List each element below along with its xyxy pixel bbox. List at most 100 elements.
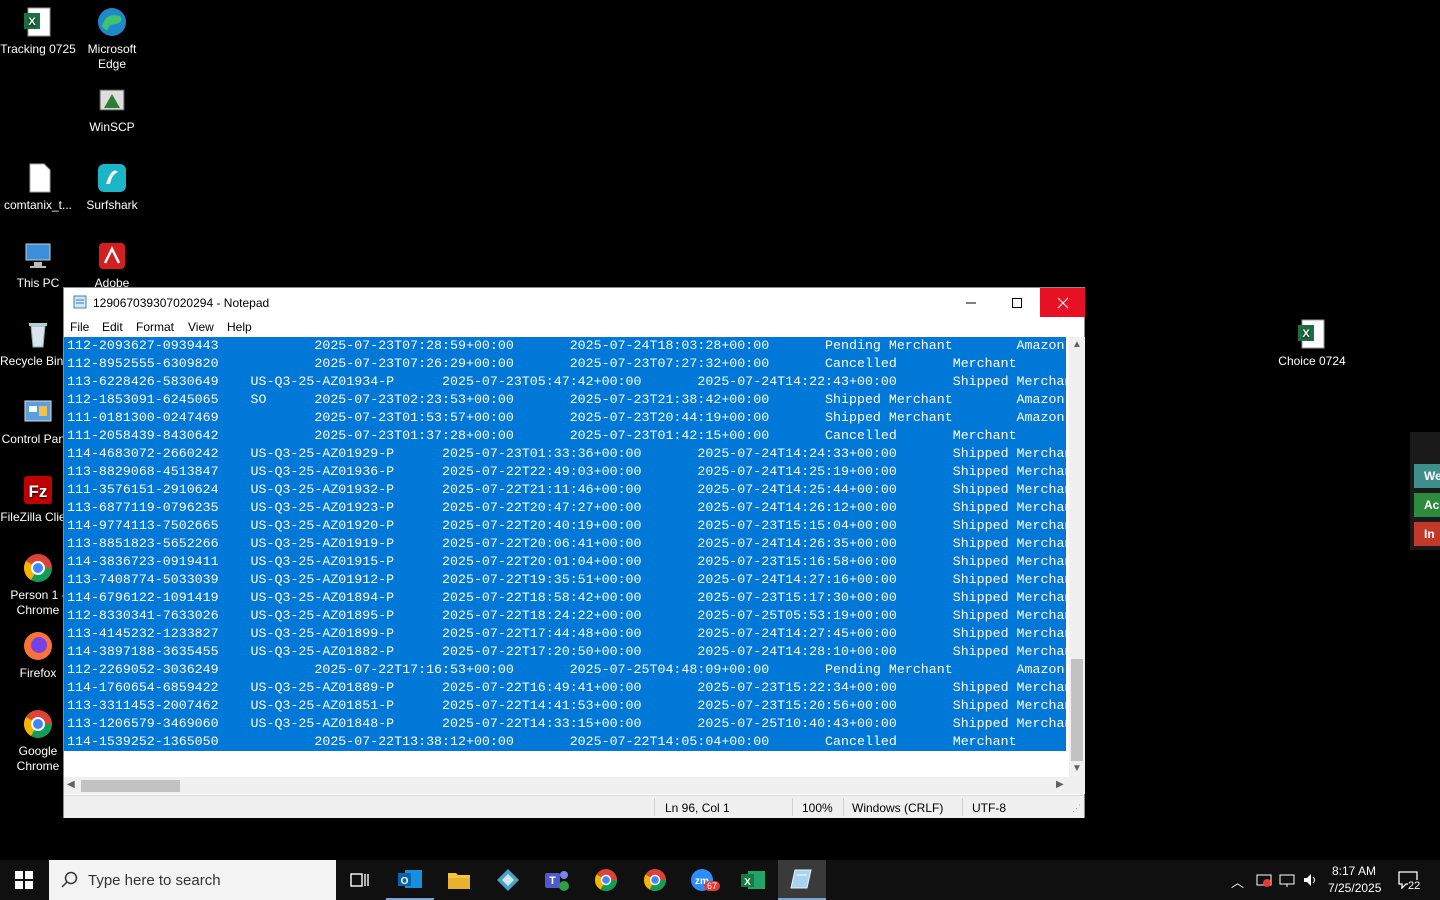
chrome-icon [595, 869, 617, 891]
desktop-icon-label: Recycle Bin [0, 354, 63, 368]
taskbar-notepad[interactable] [778, 860, 826, 900]
side-panel-item[interactable]: Ac [1414, 493, 1440, 517]
text-line[interactable]: 112-2269052-3036249 2025-07-22T17:16:53+… [64, 661, 1066, 679]
taskbar-outlook[interactable]: O [386, 860, 434, 900]
taskbar-file-explorer[interactable] [435, 860, 483, 900]
taskbar-zoom[interactable]: zm 67 [680, 860, 728, 900]
taskbar-excel[interactable]: X [729, 860, 777, 900]
taskbar-chrome-2[interactable] [631, 860, 679, 900]
taskbar-search[interactable]: Type here to search [49, 860, 336, 900]
side-panel-item[interactable]: We [1414, 464, 1440, 488]
desktop-icon-this-pc[interactable]: This PC [0, 240, 76, 291]
clock-date[interactable]: 7/25/2025 [1328, 881, 1381, 895]
text-line[interactable]: 112-8330341-7633026 US-Q3-25-AZ01895-P 2… [64, 607, 1066, 625]
scroll-up-icon[interactable]: ▲ [1072, 339, 1082, 350]
clock-time[interactable]: 8:17 AM [1332, 864, 1376, 878]
desktop-icon-label: Microsoft Edge [87, 42, 137, 71]
text-line[interactable]: 113-4145232-1233827 US-Q3-25-AZ01899-P 2… [64, 625, 1066, 643]
text-line[interactable]: 113-6228426-5830649 US-Q3-25-AZ01934-P 2… [64, 373, 1066, 391]
security-tray-icon[interactable] [1256, 872, 1272, 891]
desktop-icon-label: Tracking 0725 [0, 42, 76, 56]
menu-edit[interactable]: Edit [102, 320, 123, 334]
edge-icon [96, 6, 128, 38]
menu-help[interactable]: Help [227, 320, 252, 334]
desktop-icon-choice[interactable]: X Choice 0724 [1274, 318, 1350, 369]
text-line[interactable]: 114-1760654-6859422 US-Q3-25-AZ01889-P 2… [64, 679, 1066, 697]
desktop-icon-winscp[interactable]: WinSCP [74, 84, 150, 135]
windows-logo-icon [15, 871, 33, 889]
vertical-scroll-thumb[interactable] [1071, 659, 1083, 761]
text-line[interactable]: 112-2093627-0939443 2025-07-23T07:28:59+… [64, 337, 1066, 355]
desktop-icon-tracking[interactable]: X Tracking 0725 [0, 6, 76, 57]
desktop-icon-surfshark[interactable]: Surfshark [74, 162, 150, 213]
text-line[interactable]: 114-3836723-0919411 US-Q3-25-AZ01915-P 2… [64, 553, 1066, 571]
minimize-icon [966, 302, 976, 303]
start-button[interactable] [0, 860, 48, 900]
text-line[interactable]: 114-1539252-1365050 2025-07-22T13:38:12+… [64, 733, 1066, 751]
text-line[interactable]: 111-2058439-8430642 2025-07-23T01:37:28+… [64, 427, 1066, 445]
desktop-icon-label: Choice 0724 [1278, 354, 1346, 368]
recycle-bin-icon [22, 318, 54, 350]
text-line[interactable]: 114-6796122-1091419 US-Q3-25-AZ01894-P 2… [64, 589, 1066, 607]
taskbar: Type here to search O T zm 67 X ︿ 8:17 A… [0, 860, 1440, 900]
maximize-button[interactable] [994, 288, 1040, 317]
menu-file[interactable]: File [70, 320, 89, 334]
svg-text:X: X [28, 16, 36, 28]
text-editor[interactable]: 112-2093627-0939443 2025-07-23T07:28:59+… [64, 337, 1069, 777]
text-line[interactable]: 111-0181300-0247469 2025-07-23T01:53:57+… [64, 409, 1066, 427]
text-line[interactable]: 113-8829068-4513847 US-Q3-25-AZ01936-P 2… [64, 463, 1066, 481]
text-line[interactable]: 113-6877119-0796235 US-Q3-25-AZ01923-P 2… [64, 499, 1066, 517]
menu-bar: File Edit Format View Help [64, 317, 1084, 337]
text-line[interactable]: 113-7408774-5033039 US-Q3-25-AZ01912-P 2… [64, 571, 1066, 589]
desktop-icon-comtanix[interactable]: comtanix_t... [0, 162, 76, 213]
taskbar-app-diamond[interactable] [484, 860, 532, 900]
surfshark-icon [96, 162, 128, 194]
show-hidden-icons[interactable]: ︿ [1231, 872, 1244, 891]
zoom-badge: 67 [704, 881, 721, 891]
task-view-button[interactable] [336, 860, 384, 900]
svg-text:O: O [401, 876, 409, 887]
status-separator [962, 798, 963, 816]
scrollbar-corner [1069, 777, 1085, 794]
text-line[interactable]: 114-3897188-3635455 US-Q3-25-AZ01882-P 2… [64, 643, 1066, 661]
desktop-icon-edge[interactable]: Microsoft Edge [74, 6, 150, 72]
title-bar[interactable]: 129067039307020294 - Notepad [64, 288, 1085, 317]
text-line[interactable]: 112-1853091-6245065 SO 2025-07-23T02:23:… [64, 391, 1066, 409]
notepad-window: 129067039307020294 - Notepad File Edit F… [63, 287, 1085, 818]
status-encoding: UTF-8 [972, 801, 1006, 815]
text-line[interactable]: 113-1206579-3469060 US-Q3-25-AZ01848-P 2… [64, 715, 1066, 733]
scroll-left-icon[interactable]: ◀ [67, 779, 75, 790]
text-line[interactable]: 114-9774113-7502665 US-Q3-25-AZ01920-P 2… [64, 517, 1066, 535]
scroll-right-icon[interactable]: ▶ [1056, 779, 1064, 790]
status-bar: Ln 96, Col 1 100% Windows (CRLF) UTF-8 ⋰ [64, 795, 1084, 818]
horizontal-scroll-thumb[interactable] [81, 780, 180, 792]
side-panel-item[interactable]: In [1414, 522, 1440, 546]
text-line[interactable]: 113-8851823-5652266 US-Q3-25-AZ01919-P 2… [64, 535, 1066, 553]
svg-text:X: X [744, 877, 751, 888]
text-line[interactable]: 111-3576151-2910624 US-Q3-25-AZ01932-P 2… [64, 481, 1066, 499]
network-icon[interactable] [1279, 872, 1295, 891]
status-line-endings: Windows (CRLF) [852, 801, 944, 815]
desktop-icon-label: WinSCP [89, 120, 135, 134]
winscp-icon [96, 84, 128, 116]
scroll-down-icon[interactable]: ▼ [1072, 763, 1082, 774]
folder-icon [448, 873, 470, 889]
text-line[interactable]: 112-8952555-6309820 2025-07-23T07:26:29+… [64, 355, 1066, 373]
resize-grip-icon[interactable]: ⋰ [1072, 803, 1081, 814]
firefox-icon [22, 630, 54, 662]
horizontal-scrollbar[interactable]: ◀ ▶ [64, 777, 1069, 794]
taskbar-teams[interactable]: T [533, 860, 581, 900]
taskbar-chrome-1[interactable] [582, 860, 630, 900]
text-line[interactable]: 114-4683072-2660242 US-Q3-25-AZ01929-P 2… [64, 445, 1066, 463]
minimize-button[interactable] [948, 288, 994, 317]
search-icon [61, 871, 78, 888]
menu-format[interactable]: Format [136, 320, 174, 334]
desktop-icon-adobe[interactable]: Adobe [74, 240, 150, 291]
menu-view[interactable]: View [188, 320, 214, 334]
close-button[interactable] [1040, 288, 1085, 317]
vertical-scrollbar[interactable]: ▲ ▼ [1069, 337, 1085, 777]
status-separator [843, 798, 844, 816]
text-line[interactable]: 113-3311453-2007462 US-Q3-25-AZ01851-P 2… [64, 697, 1066, 715]
volume-icon[interactable] [1302, 872, 1318, 891]
teams-icon: T [545, 871, 569, 891]
